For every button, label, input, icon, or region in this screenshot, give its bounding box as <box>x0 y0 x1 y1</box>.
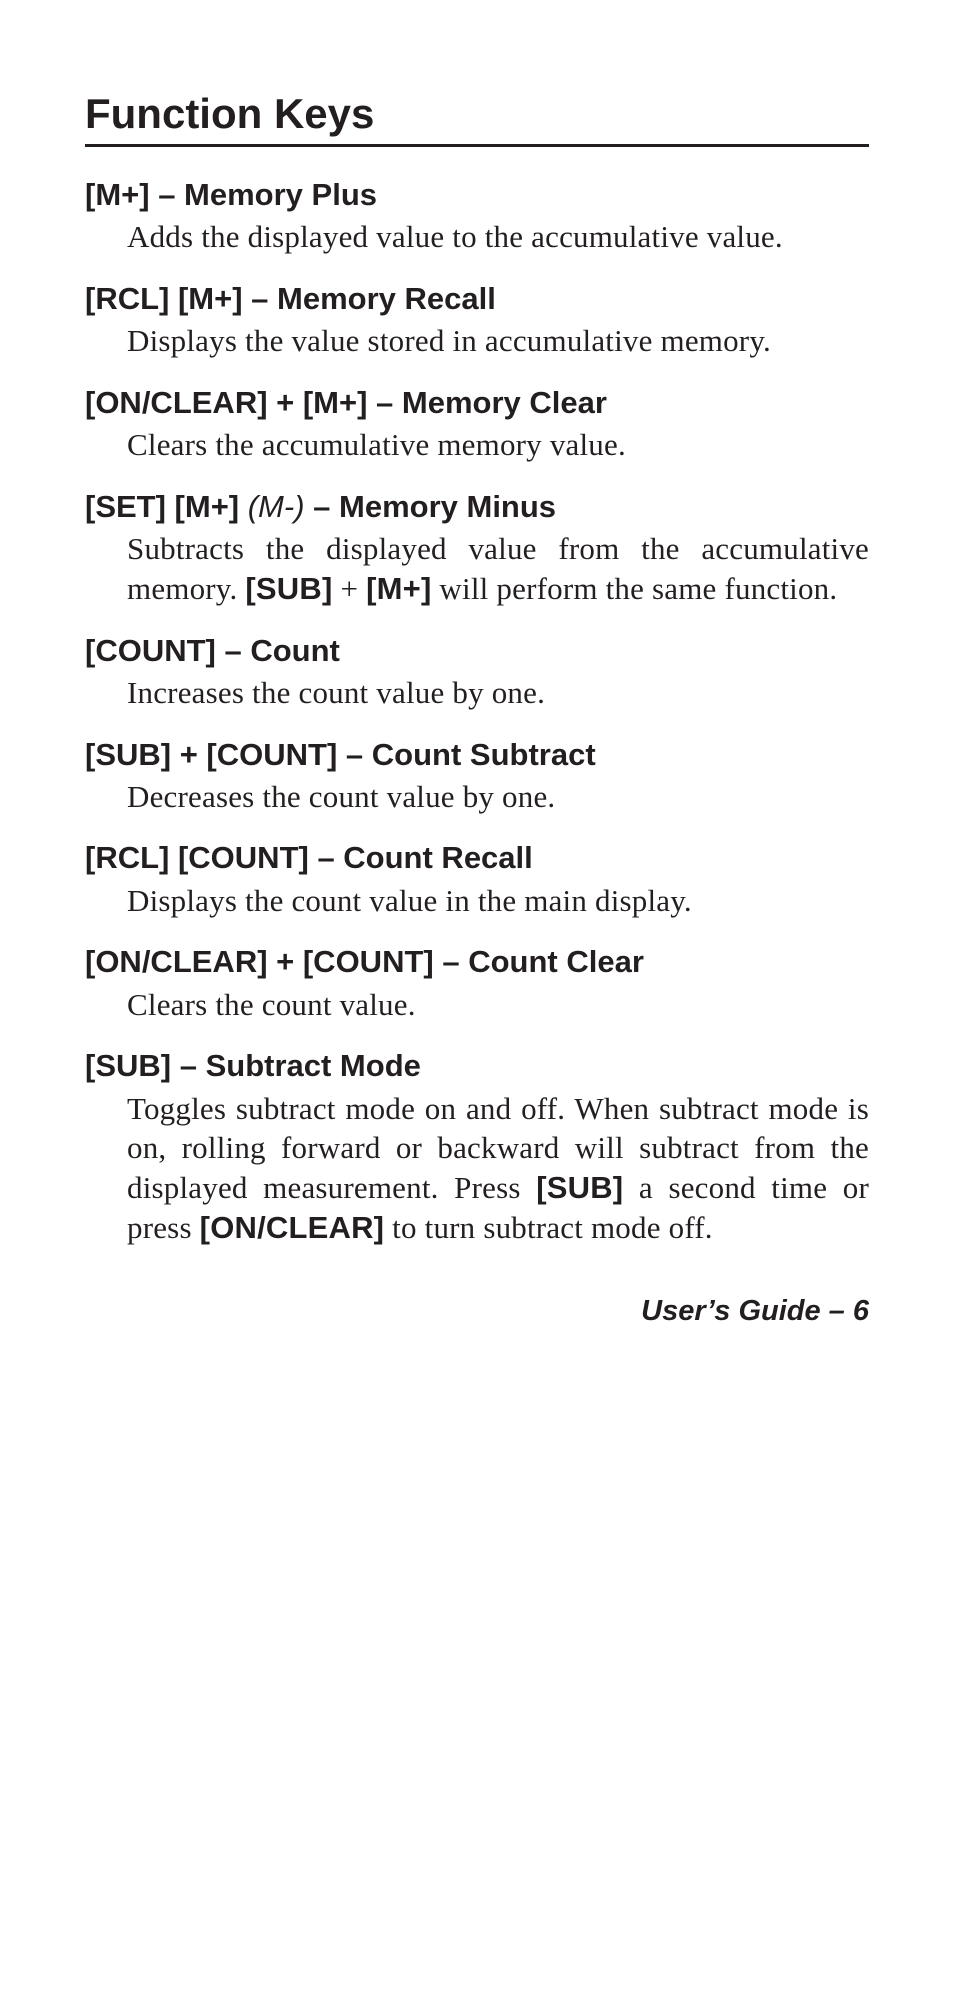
entry-keys: [RCL] [COUNT] <box>85 840 309 875</box>
entry-description: Displays the count value in the main dis… <box>127 881 869 921</box>
entry-heading: [RCL] [COUNT] – Count Recall <box>85 838 869 878</box>
page: Function Keys [M+] – Memory Plus Adds the… <box>0 0 954 1388</box>
entry-separator: – <box>337 737 371 772</box>
entry-description: Toggles subtract mode on and off. When s… <box>127 1089 869 1248</box>
desc-text: Increases the count value by one. <box>127 675 545 710</box>
entry-keys: [ON/CLEAR] + [COUNT] <box>85 944 434 979</box>
desc-text: to turn subtract mode off. <box>384 1210 713 1245</box>
entry-description: Subtracts the displayed value from the a… <box>127 529 869 608</box>
key-label: [M+] <box>366 571 431 606</box>
entry-separator: – <box>171 1048 205 1083</box>
entry-heading: [ON/CLEAR] + [M+] – Memory Clear <box>85 383 869 423</box>
entry-title: Count <box>250 633 340 668</box>
entry: [M+] – Memory Plus Adds the displayed val… <box>85 175 869 257</box>
entry-alt-label: (M-) <box>239 489 313 524</box>
key-label: [ON/CLEAR] <box>200 1210 385 1245</box>
desc-text: Clears the accumulative memory value. <box>127 427 626 462</box>
entry-separator: – <box>367 385 401 420</box>
entry: [COUNT] – Count Increases the count value… <box>85 631 869 713</box>
entry-keys: [SUB] <box>85 1048 171 1083</box>
entry: [SUB] + [COUNT] – Count Subtract Decrease… <box>85 735 869 817</box>
entry-heading: [COUNT] – Count <box>85 631 869 671</box>
entry-separator: – <box>309 840 343 875</box>
entry-title: Count Clear <box>468 944 644 979</box>
entry-separator: – <box>313 489 339 524</box>
entry-heading: [M+] – Memory Plus <box>85 175 869 215</box>
page-footer: User’s Guide – 6 <box>85 1295 869 1328</box>
entry-separator: – <box>216 633 250 668</box>
entry-title: Subtract Mode <box>206 1048 421 1083</box>
entry-title: Memory Recall <box>277 281 496 316</box>
entry-heading: [ON/CLEAR] + [COUNT] – Count Clear <box>85 942 869 982</box>
entry-description: Displays the value stored in accumulativ… <box>127 321 869 361</box>
entry-title: Memory Clear <box>402 385 607 420</box>
entry-keys: [SUB] + [COUNT] <box>85 737 337 772</box>
entry-heading: [RCL] [M+] – Memory Recall <box>85 279 869 319</box>
entry-keys: [SET] [M+] <box>85 489 239 524</box>
entry-title: Memory Plus <box>184 177 377 212</box>
entry: [ON/CLEAR] + [M+] – Memory Clear Clears t… <box>85 383 869 465</box>
entry-separator: – <box>243 281 277 316</box>
entry: [ON/CLEAR] + [COUNT] – Count Clear Clears… <box>85 942 869 1024</box>
entry-description: Increases the count value by one. <box>127 673 869 713</box>
entry-description: Clears the accumulative memory value. <box>127 425 869 465</box>
entry-title: Memory Minus <box>339 489 556 524</box>
entry-separator: – <box>434 944 468 979</box>
key-label: [SUB] <box>245 571 332 606</box>
entry: [SET] [M+] (M-) – Memory MinusSubtracts … <box>85 487 869 609</box>
entry-title: Count Recall <box>343 840 532 875</box>
desc-text: will perform the same function. <box>431 571 837 606</box>
desc-text: Decreases the count value by one. <box>127 779 555 814</box>
entry-separator: – <box>150 177 184 212</box>
entry: [RCL] [M+] – Memory Recall Displays the v… <box>85 279 869 361</box>
entry-title: Count Subtract <box>372 737 596 772</box>
desc-text: Displays the count value in the main dis… <box>127 883 692 918</box>
entry-keys: [COUNT] <box>85 633 216 668</box>
entry-heading: [SUB] – Subtract Mode <box>85 1046 869 1086</box>
entry: [RCL] [COUNT] – Count Recall Displays the… <box>85 838 869 920</box>
desc-text: + <box>333 571 367 606</box>
entry-description: Clears the count value. <box>127 985 869 1025</box>
entry-heading: [SUB] + [COUNT] – Count Subtract <box>85 735 869 775</box>
desc-text: Adds the displayed value to the accumula… <box>127 219 783 254</box>
entry-keys: [ON/CLEAR] + [M+] <box>85 385 367 420</box>
desc-text: Displays the value stored in accumulativ… <box>127 323 771 358</box>
entry-heading: [SET] [M+] (M-) – Memory Minus <box>85 487 869 527</box>
key-label: [SUB] <box>536 1170 623 1205</box>
entry-description: Adds the displayed value to the accumula… <box>127 217 869 257</box>
entry-keys: [RCL] [M+] <box>85 281 243 316</box>
entry-description: Decreases the count value by one. <box>127 777 869 817</box>
desc-text: Clears the count value. <box>127 987 416 1022</box>
entry-keys: [M+] <box>85 177 150 212</box>
section-title: Function Keys <box>85 90 869 147</box>
entry: [SUB] – Subtract ModeToggles subtract mo… <box>85 1046 869 1247</box>
entries-list: [M+] – Memory Plus Adds the displayed val… <box>85 175 869 1247</box>
